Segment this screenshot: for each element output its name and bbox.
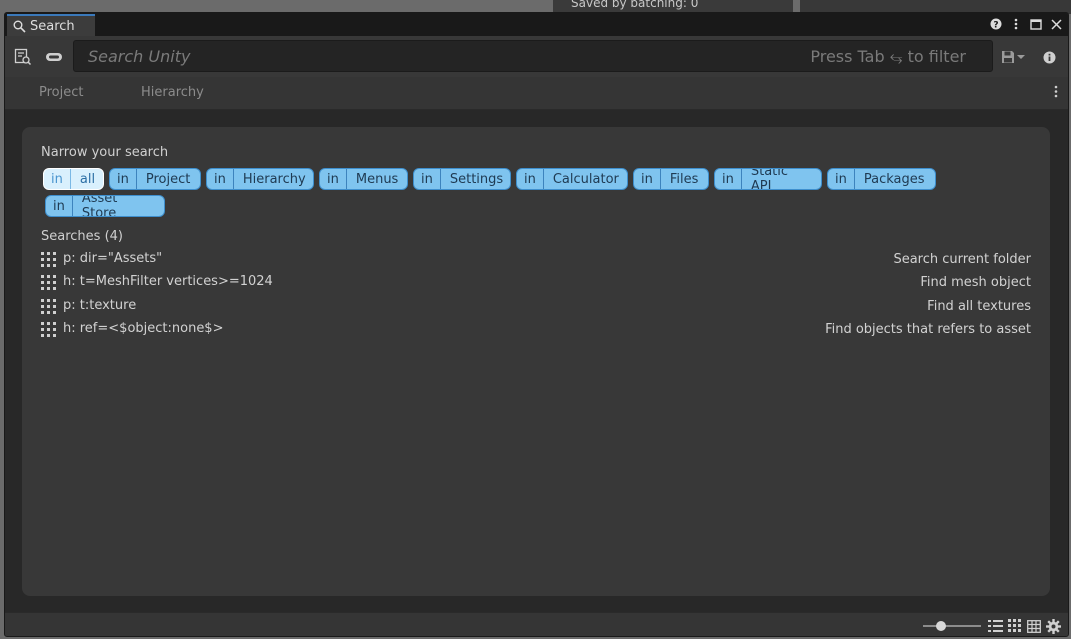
- chip-prefix: in: [207, 169, 234, 189]
- search-query: h: t=MeshFilter vertices>=1024: [63, 274, 273, 289]
- chip-label: Asset Store: [81, 195, 118, 217]
- dropdown-arrow-icon: [1017, 55, 1025, 59]
- chip-label: Settings: [449, 171, 504, 187]
- search-row[interactable]: h: ref=<$object:none$> Find objects that…: [41, 321, 1031, 339]
- list-view-icon[interactable]: [987, 618, 1003, 634]
- chip-settings[interactable]: in Settings: [413, 168, 511, 190]
- search-window-tab[interactable]: Search: [7, 14, 95, 36]
- chip-label: all: [79, 171, 96, 187]
- grid-icon: [41, 322, 56, 337]
- chip-prefix: in: [44, 169, 71, 189]
- search-row[interactable]: h: t=MeshFilter vertices>=1024 Find mesh…: [41, 274, 1031, 292]
- chip-static-api[interactable]: in Static API: [714, 168, 822, 190]
- tab-project[interactable]: Project: [39, 85, 83, 100]
- save-icon: [1002, 51, 1014, 63]
- chip-prefix: in: [320, 169, 347, 189]
- grid-icon: [41, 275, 56, 290]
- search-window: Search ? Search Unity Press Tab ⥃ to fil…: [4, 12, 1069, 637]
- chip-label: Static API: [750, 168, 789, 190]
- chip-label: Files: [669, 171, 699, 187]
- search-description: Find mesh object: [920, 275, 1031, 290]
- search-query: p: t:texture: [63, 298, 137, 313]
- tabs-more-icon[interactable]: [1054, 85, 1058, 102]
- grid-icon: [41, 252, 56, 267]
- grid-icon: [41, 299, 56, 314]
- chip-hierarchy[interactable]: in Hierarchy: [206, 168, 314, 190]
- chip-project[interactable]: in Project: [109, 168, 201, 190]
- info-icon[interactable]: [1040, 48, 1058, 66]
- search-help-panel: Narrow your search in all in Project in …: [22, 127, 1050, 596]
- search-description: Search current folder: [893, 252, 1031, 267]
- chip-label: Menus: [355, 171, 399, 187]
- chip-prefix: in: [715, 169, 742, 189]
- provider-tabs: Project Hierarchy: [5, 77, 1068, 110]
- more-icon[interactable]: [1010, 17, 1022, 31]
- table-view-icon[interactable]: [1026, 618, 1042, 634]
- chip-label: Project: [145, 171, 191, 187]
- grid-view-icon[interactable]: [1007, 618, 1023, 634]
- chip-all[interactable]: in all: [43, 168, 104, 190]
- chip-files[interactable]: in Files: [633, 168, 709, 190]
- chip-label: Packages: [863, 171, 925, 187]
- search-description: Find objects that refers to asset: [825, 322, 1031, 337]
- save-search-button[interactable]: [1001, 48, 1029, 66]
- search-row[interactable]: p: dir="Assets" Search current folder: [41, 251, 1031, 269]
- close-icon[interactable]: [1050, 17, 1062, 31]
- tab-key-icon: ⥃: [889, 47, 903, 66]
- title-bar: Search ?: [5, 13, 1068, 36]
- searches-header: Searches (4): [41, 229, 123, 244]
- magnifier-icon: [13, 20, 26, 33]
- search-field[interactable]: Press Tab ⥃ to filter: [73, 40, 993, 72]
- search-row[interactable]: p: t:texture Find all textures: [41, 298, 1031, 316]
- settings-gear-icon[interactable]: [1045, 618, 1061, 634]
- hint-prefix: Press Tab: [810, 47, 885, 66]
- saved-searches-icon[interactable]: [14, 48, 32, 66]
- maximize-icon[interactable]: [1030, 17, 1042, 31]
- search-hint: Press Tab ⥃ to filter: [810, 47, 966, 67]
- search-query: h: ref=<$object:none$>: [63, 321, 224, 336]
- chip-asset-store[interactable]: in Asset Store: [45, 195, 165, 217]
- chip-prefix: in: [517, 169, 544, 189]
- slider-knob[interactable]: [936, 621, 946, 631]
- chip-prefix: in: [634, 169, 661, 189]
- chip-prefix: in: [46, 196, 73, 216]
- chip-prefix: in: [110, 169, 137, 189]
- chip-label: Calculator: [552, 171, 619, 187]
- search-description: Find all textures: [927, 299, 1031, 314]
- item-size-slider[interactable]: [923, 621, 981, 631]
- query-builder-toggle-icon[interactable]: [45, 48, 63, 66]
- chip-menus[interactable]: in Menus: [319, 168, 408, 190]
- chip-prefix: in: [414, 169, 441, 189]
- svg-text:?: ?: [993, 20, 998, 30]
- slider-track: [923, 625, 981, 627]
- tab-hierarchy[interactable]: Hierarchy: [141, 85, 204, 100]
- tab-title: Search: [30, 18, 75, 34]
- status-bar: [5, 612, 1068, 636]
- search-query: p: dir="Assets": [63, 251, 163, 266]
- chip-prefix: in: [828, 169, 855, 189]
- narrow-search-label: Narrow your search: [41, 145, 169, 160]
- chip-packages[interactable]: in Packages: [827, 168, 936, 190]
- chip-label: Hierarchy: [242, 171, 306, 187]
- chip-calculator[interactable]: in Calculator: [516, 168, 628, 190]
- search-toolbar: Press Tab ⥃ to filter: [5, 36, 1068, 77]
- help-icon[interactable]: ?: [990, 17, 1002, 31]
- hint-suffix: to filter: [907, 47, 966, 66]
- stats-text: Saved by batching: 0: [571, 0, 699, 10]
